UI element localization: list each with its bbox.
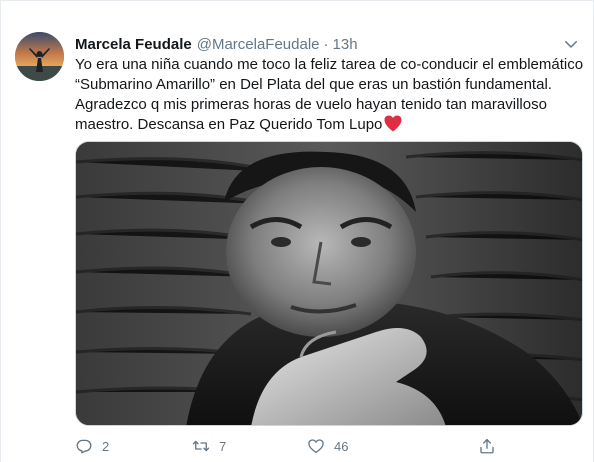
chevron-down-icon[interactable]	[562, 35, 580, 53]
tweet-header: Marcela Feudale @MarcelaFeudale · 13h	[75, 34, 358, 54]
display-name[interactable]: Marcela Feudale	[75, 36, 192, 53]
heart-outline-icon	[308, 439, 324, 454]
tweet-actions: 2 7 46	[75, 435, 575, 457]
retweet-count: 7	[219, 438, 227, 454]
red-heart-icon	[384, 115, 402, 132]
like-count: 46	[334, 438, 349, 454]
tweet-text-line-last: maestro. Descansa en Paz Querido Tom Lup…	[75, 115, 587, 135]
tweet-text-line: Yo era una niña cuando me toco la feliz …	[75, 56, 584, 73]
avatar-photo	[15, 32, 64, 81]
tweet-text: Yo era una niña cuando me toco la feliz …	[75, 55, 587, 135]
retweet-button[interactable]: 7	[192, 435, 226, 457]
reply-button[interactable]: 2	[75, 435, 109, 457]
share-button[interactable]	[478, 435, 496, 457]
user-handle[interactable]: @MarcelaFeudale	[197, 36, 320, 53]
separator-dot: ·	[323, 35, 329, 53]
like-button[interactable]: 46	[307, 435, 348, 457]
timestamp[interactable]: 13h	[333, 36, 358, 53]
share-icon	[480, 438, 494, 454]
retweet-icon	[192, 440, 210, 452]
tweet-text-line: Agradezco q mis primeras horas de vuelo …	[75, 96, 547, 113]
photo-man-pointing	[76, 142, 582, 425]
avatar[interactable]	[15, 32, 64, 81]
tweet-text-line: maestro. Descansa en Paz Querido Tom Lup…	[75, 116, 383, 133]
reply-count: 2	[102, 438, 110, 454]
reply-icon	[76, 439, 92, 454]
tweet-text-line: “Submarino Amarillo” en Del Plata del qu…	[75, 76, 552, 93]
tweet-photo[interactable]	[75, 141, 583, 426]
tweet-card[interactable]: Marcela Feudale @MarcelaFeudale · 13h Yo…	[0, 0, 594, 462]
